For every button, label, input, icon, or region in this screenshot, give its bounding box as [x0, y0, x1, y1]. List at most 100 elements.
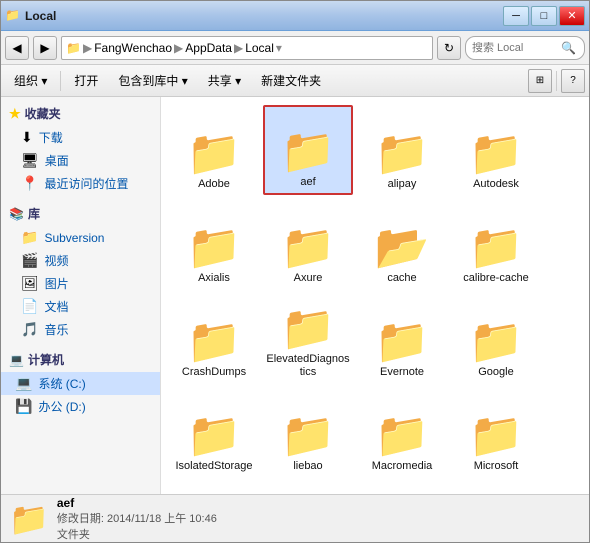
file-item-axialis[interactable]: 📁 Axialis	[169, 199, 259, 289]
folder-icon-isolated: 📁	[187, 414, 242, 458]
file-item-adobe[interactable]: 📁 Adobe	[169, 105, 259, 195]
toolbar: 组织 ▾ 打开 包含到库中 ▾ 共享 ▾ 新建文件夹 ⊞ ?	[1, 65, 589, 97]
file-item-microsoft[interactable]: 📁 Microsoft	[451, 387, 541, 477]
sidebar-drive-c[interactable]: 💻 系统 (C:)	[1, 372, 160, 395]
status-bar: 📁 aef 修改日期: 2014/11/18 上午 10:46 文件夹	[1, 494, 589, 542]
sidebar-item-images[interactable]: 🖼 图片	[1, 272, 160, 295]
folder-icon-cache: 📂	[375, 226, 430, 270]
sidebar-item-recent-label: 最近访问的位置	[44, 175, 128, 192]
sidebar-item-recent[interactable]: 📍 最近访问的位置	[1, 172, 160, 195]
address-bar: ◀ ▶ 📁 ▶ FangWenchao ▶ AppData ▶ Local ▾ …	[1, 31, 589, 65]
title-bar: 📁 Local ─ □ ✕	[1, 1, 589, 31]
breadcrumb-item-2[interactable]: AppData	[185, 41, 232, 55]
recent-icon: 📍	[21, 175, 38, 192]
status-folder-icon: 📁	[9, 500, 49, 538]
folder-icon-macromedia: 📁	[375, 414, 430, 458]
video-icon: 🎬	[21, 252, 38, 269]
file-label-isolated: IsolatedStorage	[175, 460, 252, 473]
file-label-autodesk: Autodesk	[473, 178, 519, 191]
file-item-google[interactable]: 📁 Google	[451, 293, 541, 383]
sidebar-item-music[interactable]: 🎵 音乐	[1, 318, 160, 341]
open-button[interactable]: 打开	[65, 69, 107, 93]
file-item-calibre[interactable]: 📁 calibre-cache	[451, 199, 541, 289]
file-item-autodesk[interactable]: 📁 Autodesk	[451, 105, 541, 195]
search-box[interactable]: 🔍	[465, 36, 585, 60]
sidebar-item-docs[interactable]: 📄 文档	[1, 295, 160, 318]
folder-icon-aef: 📁	[281, 130, 336, 174]
maximize-button[interactable]: □	[531, 6, 557, 26]
folder-icon-autodesk: 📁	[469, 132, 524, 176]
file-item-mozilla[interactable]: 📁 Mozilla	[451, 481, 541, 494]
include-button[interactable]: 包含到库中 ▾	[109, 69, 196, 93]
music-icon: 🎵	[21, 321, 38, 338]
folder-icon-axialis: 📁	[187, 226, 242, 270]
sidebar-drive-d[interactable]: 💾 办公 (D:)	[1, 395, 160, 418]
favorites-header[interactable]: ★ 收藏夹	[1, 101, 160, 126]
file-label-microsoft: Microsoft	[474, 460, 519, 473]
view-button[interactable]: ⊞	[528, 69, 552, 93]
sidebar-item-subversion[interactable]: 📁 Subversion	[1, 226, 160, 249]
file-item-alipay[interactable]: 📁 alipay	[357, 105, 447, 195]
minimize-button[interactable]: ─	[503, 6, 529, 26]
window: 📁 Local ─ □ ✕ ◀ ▶ 📁 ▶ FangWenchao ▶ AppD…	[0, 0, 590, 543]
favorites-label: 收藏夹	[25, 105, 61, 122]
file-item-macromedia[interactable]: 📁 Macromedia	[357, 387, 447, 477]
breadcrumb-item-3[interactable]: Local	[245, 41, 274, 55]
file-item-isolated[interactable]: 📁 IsolatedStorage	[169, 387, 259, 477]
download-icon: ⬇	[21, 129, 33, 146]
status-modified: 修改日期: 2014/11/18 上午 10:46	[57, 510, 217, 526]
file-label-aef: aef	[300, 176, 315, 189]
search-input[interactable]	[472, 42, 557, 54]
status-text: aef 修改日期: 2014/11/18 上午 10:46 文件夹	[57, 496, 217, 542]
file-label-axialis: Axialis	[198, 272, 230, 285]
sidebar: ★ 收藏夹 ⬇ 下载 🖥 桌面 📍 最近访问的位置 📚	[1, 97, 161, 494]
forward-button[interactable]: ▶	[33, 36, 57, 60]
subversion-icon: 📁	[21, 229, 38, 246]
sidebar-item-video[interactable]: 🎬 视频	[1, 249, 160, 272]
folder-icon-alipay: 📁	[375, 132, 430, 176]
file-label-adobe: Adobe	[198, 178, 230, 191]
sidebar-item-desktop[interactable]: 🖥 桌面	[1, 149, 160, 172]
window-title: Local	[25, 9, 56, 23]
file-item-miphone[interactable]: 📁 MiPhone Manager	[357, 481, 447, 494]
file-item-crashdumps[interactable]: 📁 CrashDumps	[169, 293, 259, 383]
computer-label: 计算机	[28, 351, 64, 368]
breadcrumb-item-1[interactable]: FangWenchao	[94, 41, 172, 55]
file-item-microsoft_help[interactable]: 📁 Microsoft Help	[169, 481, 259, 494]
file-item-elevated[interactable]: 📁 ElevatedDiagnostics	[263, 293, 353, 383]
folder-icon-axure: 📁	[281, 226, 336, 270]
sidebar-item-subversion-label: Subversion	[44, 231, 104, 245]
refresh-button[interactable]: ↻	[437, 36, 461, 60]
breadcrumb-label: 📁	[66, 41, 81, 55]
file-label-axure: Axure	[294, 272, 323, 285]
file-label-alipay: alipay	[388, 178, 417, 191]
status-name: aef	[57, 496, 217, 510]
share-button[interactable]: 共享 ▾	[199, 69, 250, 93]
sidebar-item-download-label: 下载	[39, 129, 63, 146]
help-button[interactable]: ?	[561, 69, 585, 93]
close-button[interactable]: ✕	[559, 6, 585, 26]
file-item-axure[interactable]: 📁 Axure	[263, 199, 353, 289]
computer-header[interactable]: 💻 计算机	[1, 347, 160, 372]
computer-section: 💻 计算机 💻 系统 (C:) 💾 办公 (D:)	[1, 347, 160, 418]
separator-1	[60, 71, 61, 91]
libraries-header[interactable]: 📚 库	[1, 201, 160, 226]
open-label: 打开	[74, 72, 98, 89]
new-folder-button[interactable]: 新建文件夹	[252, 69, 330, 93]
file-label-google: Google	[478, 366, 513, 379]
back-button[interactable]: ◀	[5, 36, 29, 60]
status-type: 文件夹	[57, 526, 217, 542]
sidebar-item-download[interactable]: ⬇ 下载	[1, 126, 160, 149]
separator-2	[556, 71, 557, 91]
organize-button[interactable]: 组织 ▾	[5, 69, 56, 93]
file-item-mindjet[interactable]: 📁 Mindjet	[263, 481, 353, 494]
file-label-liebao: liebao	[293, 460, 322, 473]
file-item-liebao[interactable]: 📁 liebao	[263, 387, 353, 477]
breadcrumb[interactable]: 📁 ▶ FangWenchao ▶ AppData ▶ Local ▾	[61, 36, 433, 60]
file-item-cache[interactable]: 📂 cache	[357, 199, 447, 289]
sidebar-drive-d-label: 办公 (D:)	[38, 398, 85, 415]
file-item-evernote[interactable]: 📁 Evernote	[357, 293, 447, 383]
file-item-aef[interactable]: 📁 aef	[263, 105, 353, 195]
images-icon: 🖼	[21, 275, 39, 292]
folder-icon-microsoft: 📁	[469, 414, 524, 458]
